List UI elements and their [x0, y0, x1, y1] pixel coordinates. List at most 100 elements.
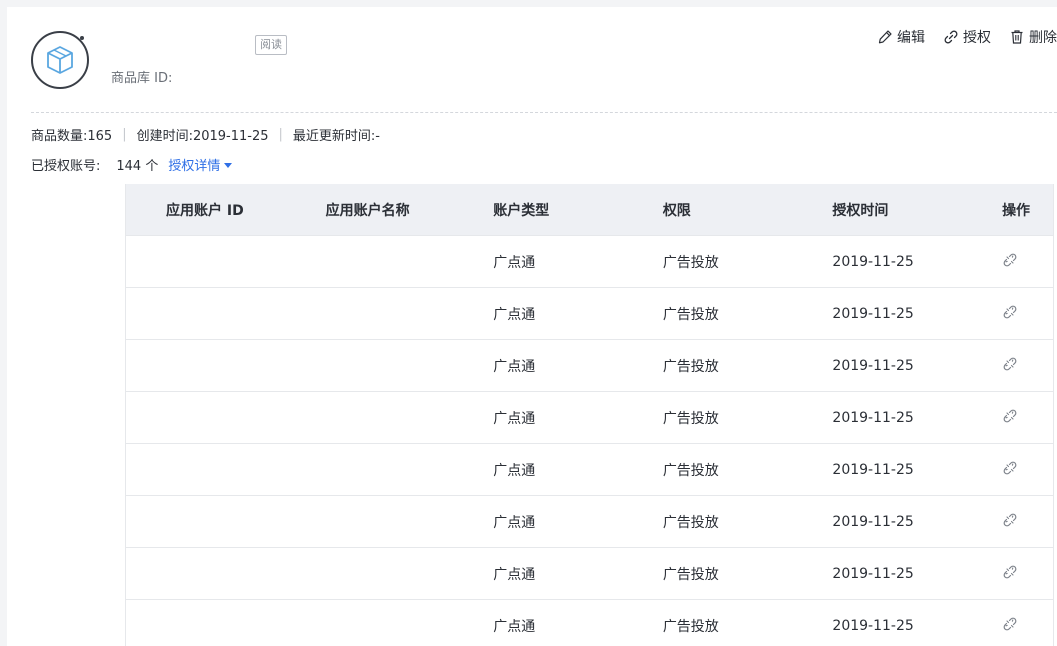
cell-auth-time: 2019-11-25: [832, 495, 1003, 548]
cell-account-id: [125, 339, 326, 392]
cell-account-name: [325, 599, 494, 646]
cell-account-id: [125, 495, 326, 548]
cell-auth-time: 2019-11-25: [832, 235, 1003, 288]
unlink-icon[interactable]: [1002, 460, 1018, 480]
cell-actions: [1002, 287, 1054, 340]
meta-separator: |: [122, 127, 127, 142]
cell-account-name: [325, 443, 494, 496]
edit-label: 编辑: [897, 30, 925, 46]
pencil-icon: [878, 30, 892, 44]
unlink-icon[interactable]: [1002, 512, 1018, 532]
header-divider: [31, 112, 1057, 113]
cell-auth-time: 2019-11-25: [832, 547, 1003, 600]
table-row: 广点通 广告投放 2019-11-25: [125, 443, 1054, 496]
authorized-accounts-row: 已授权账号: 144 个 授权详情: [31, 155, 233, 174]
authorized-label: 已授权账号:: [31, 159, 101, 174]
created-time: 创建时间:2019-11-25: [136, 129, 269, 144]
table-body: 广点通 广告投放 2019-11-25 广点通 广告投放 2019-11-25 广点通 广告投…: [125, 235, 1054, 646]
cell-account-id: [125, 599, 326, 646]
cell-auth-time: 2019-11-25: [832, 599, 1003, 646]
column-header-account-type: 账户类型: [493, 184, 663, 236]
cell-permission: 广告投放: [662, 443, 833, 496]
column-header-auth-time: 授权时间: [832, 184, 1003, 236]
read-permission-badge: 阅读: [255, 35, 287, 55]
library-avatar: [31, 31, 89, 89]
authorized-count: 144 个: [116, 159, 159, 174]
cell-account-name: [325, 547, 494, 600]
unlink-icon[interactable]: [1002, 252, 1018, 272]
authorize-label: 授权: [963, 30, 991, 46]
link-icon: [944, 30, 958, 44]
cell-account-id: [125, 443, 326, 496]
unlink-icon[interactable]: [1002, 304, 1018, 324]
avatar-dot: [80, 36, 84, 40]
cell-auth-time: 2019-11-25: [832, 339, 1003, 392]
cell-account-id: [125, 391, 326, 444]
table-row: 广点通 广告投放 2019-11-25: [125, 599, 1054, 646]
cell-actions: [1002, 599, 1054, 646]
cell-account-name: [325, 495, 494, 548]
column-header-account-id: 应用账户 ID: [125, 184, 326, 236]
trash-icon: [1011, 30, 1023, 44]
cell-account-type: 广点通: [493, 547, 663, 600]
cell-account-type: 广点通: [493, 391, 663, 444]
cell-actions: [1002, 339, 1054, 392]
cell-account-name: [325, 391, 494, 444]
cell-permission: 广告投放: [662, 495, 833, 548]
library-header: 商品库 ID: 阅读 编辑 授权 删除: [7, 7, 1057, 113]
delete-label: 删除: [1029, 30, 1057, 46]
column-header-actions: 操作: [1002, 184, 1054, 236]
library-meta: 商品数量:165 | 创建时间:2019-11-25 | 最近更新时间:-: [31, 125, 380, 144]
caret-down-icon: [224, 163, 233, 168]
authorization-details-link[interactable]: 授权详情: [168, 155, 233, 174]
authorize-button[interactable]: 授权: [943, 27, 991, 47]
cell-account-type: 广点通: [493, 235, 663, 288]
meta-separator: |: [278, 127, 283, 142]
box-icon: [47, 46, 73, 74]
cell-account-name: [325, 287, 494, 340]
cell-account-type: 广点通: [493, 495, 663, 548]
table-header-row: 应用账户 ID 应用账户名称 账户类型 权限 授权时间 操作: [125, 184, 1054, 236]
cell-actions: [1002, 391, 1054, 444]
cell-account-id: [125, 235, 326, 288]
delete-button[interactable]: 删除: [1009, 27, 1057, 47]
cell-permission: 广告投放: [662, 391, 833, 444]
product-library-card: 商品库 ID: 阅读 编辑 授权 删除 商品数量:165 | 创建时间:2019…: [7, 7, 1057, 646]
authorized-accounts-table: 应用账户 ID 应用账户名称 账户类型 权限 授权时间 操作 广点通 广告投放 20…: [125, 184, 1054, 646]
cell-actions: [1002, 443, 1054, 496]
unlink-icon[interactable]: [1002, 408, 1018, 428]
table-row: 广点通 广告投放 2019-11-25: [125, 339, 1054, 392]
cell-auth-time: 2019-11-25: [832, 443, 1003, 496]
cell-permission: 广告投放: [662, 339, 833, 392]
cell-actions: [1002, 495, 1054, 548]
unlink-icon[interactable]: [1002, 564, 1018, 584]
table-row: 广点通 广告投放 2019-11-25: [125, 391, 1054, 444]
column-header-permission: 权限: [662, 184, 833, 236]
cell-account-id: [125, 547, 326, 600]
authorization-details-label: 授权详情: [168, 159, 221, 174]
cell-account-name: [325, 235, 494, 288]
table-row: 广点通 广告投放 2019-11-25: [125, 495, 1054, 548]
edit-button[interactable]: 编辑: [877, 27, 925, 47]
cell-permission: 广告投放: [662, 547, 833, 600]
cell-auth-time: 2019-11-25: [832, 287, 1003, 340]
table-row: 广点通 广告投放 2019-11-25: [125, 235, 1054, 288]
cell-account-name: [325, 339, 494, 392]
unlink-icon[interactable]: [1002, 356, 1018, 376]
cell-permission: 广告投放: [662, 287, 833, 340]
cell-account-type: 广点通: [493, 339, 663, 392]
column-header-account-name: 应用账户名称: [325, 184, 494, 236]
cell-permission: 广告投放: [662, 599, 833, 646]
unlink-icon[interactable]: [1002, 616, 1018, 636]
cell-auth-time: 2019-11-25: [832, 391, 1003, 444]
cell-actions: [1002, 547, 1054, 600]
cell-account-type: 广点通: [493, 599, 663, 646]
cell-actions: [1002, 235, 1054, 288]
library-id-label: 商品库 ID:: [111, 71, 173, 86]
table-row: 广点通 广告投放 2019-11-25: [125, 287, 1054, 340]
table-row: 广点通 广告投放 2019-11-25: [125, 547, 1054, 600]
cell-account-type: 广点通: [493, 287, 663, 340]
header-actions: 编辑 授权 删除: [877, 27, 1057, 47]
cell-account-id: [125, 287, 326, 340]
updated-time: 最近更新时间:-: [292, 129, 380, 144]
